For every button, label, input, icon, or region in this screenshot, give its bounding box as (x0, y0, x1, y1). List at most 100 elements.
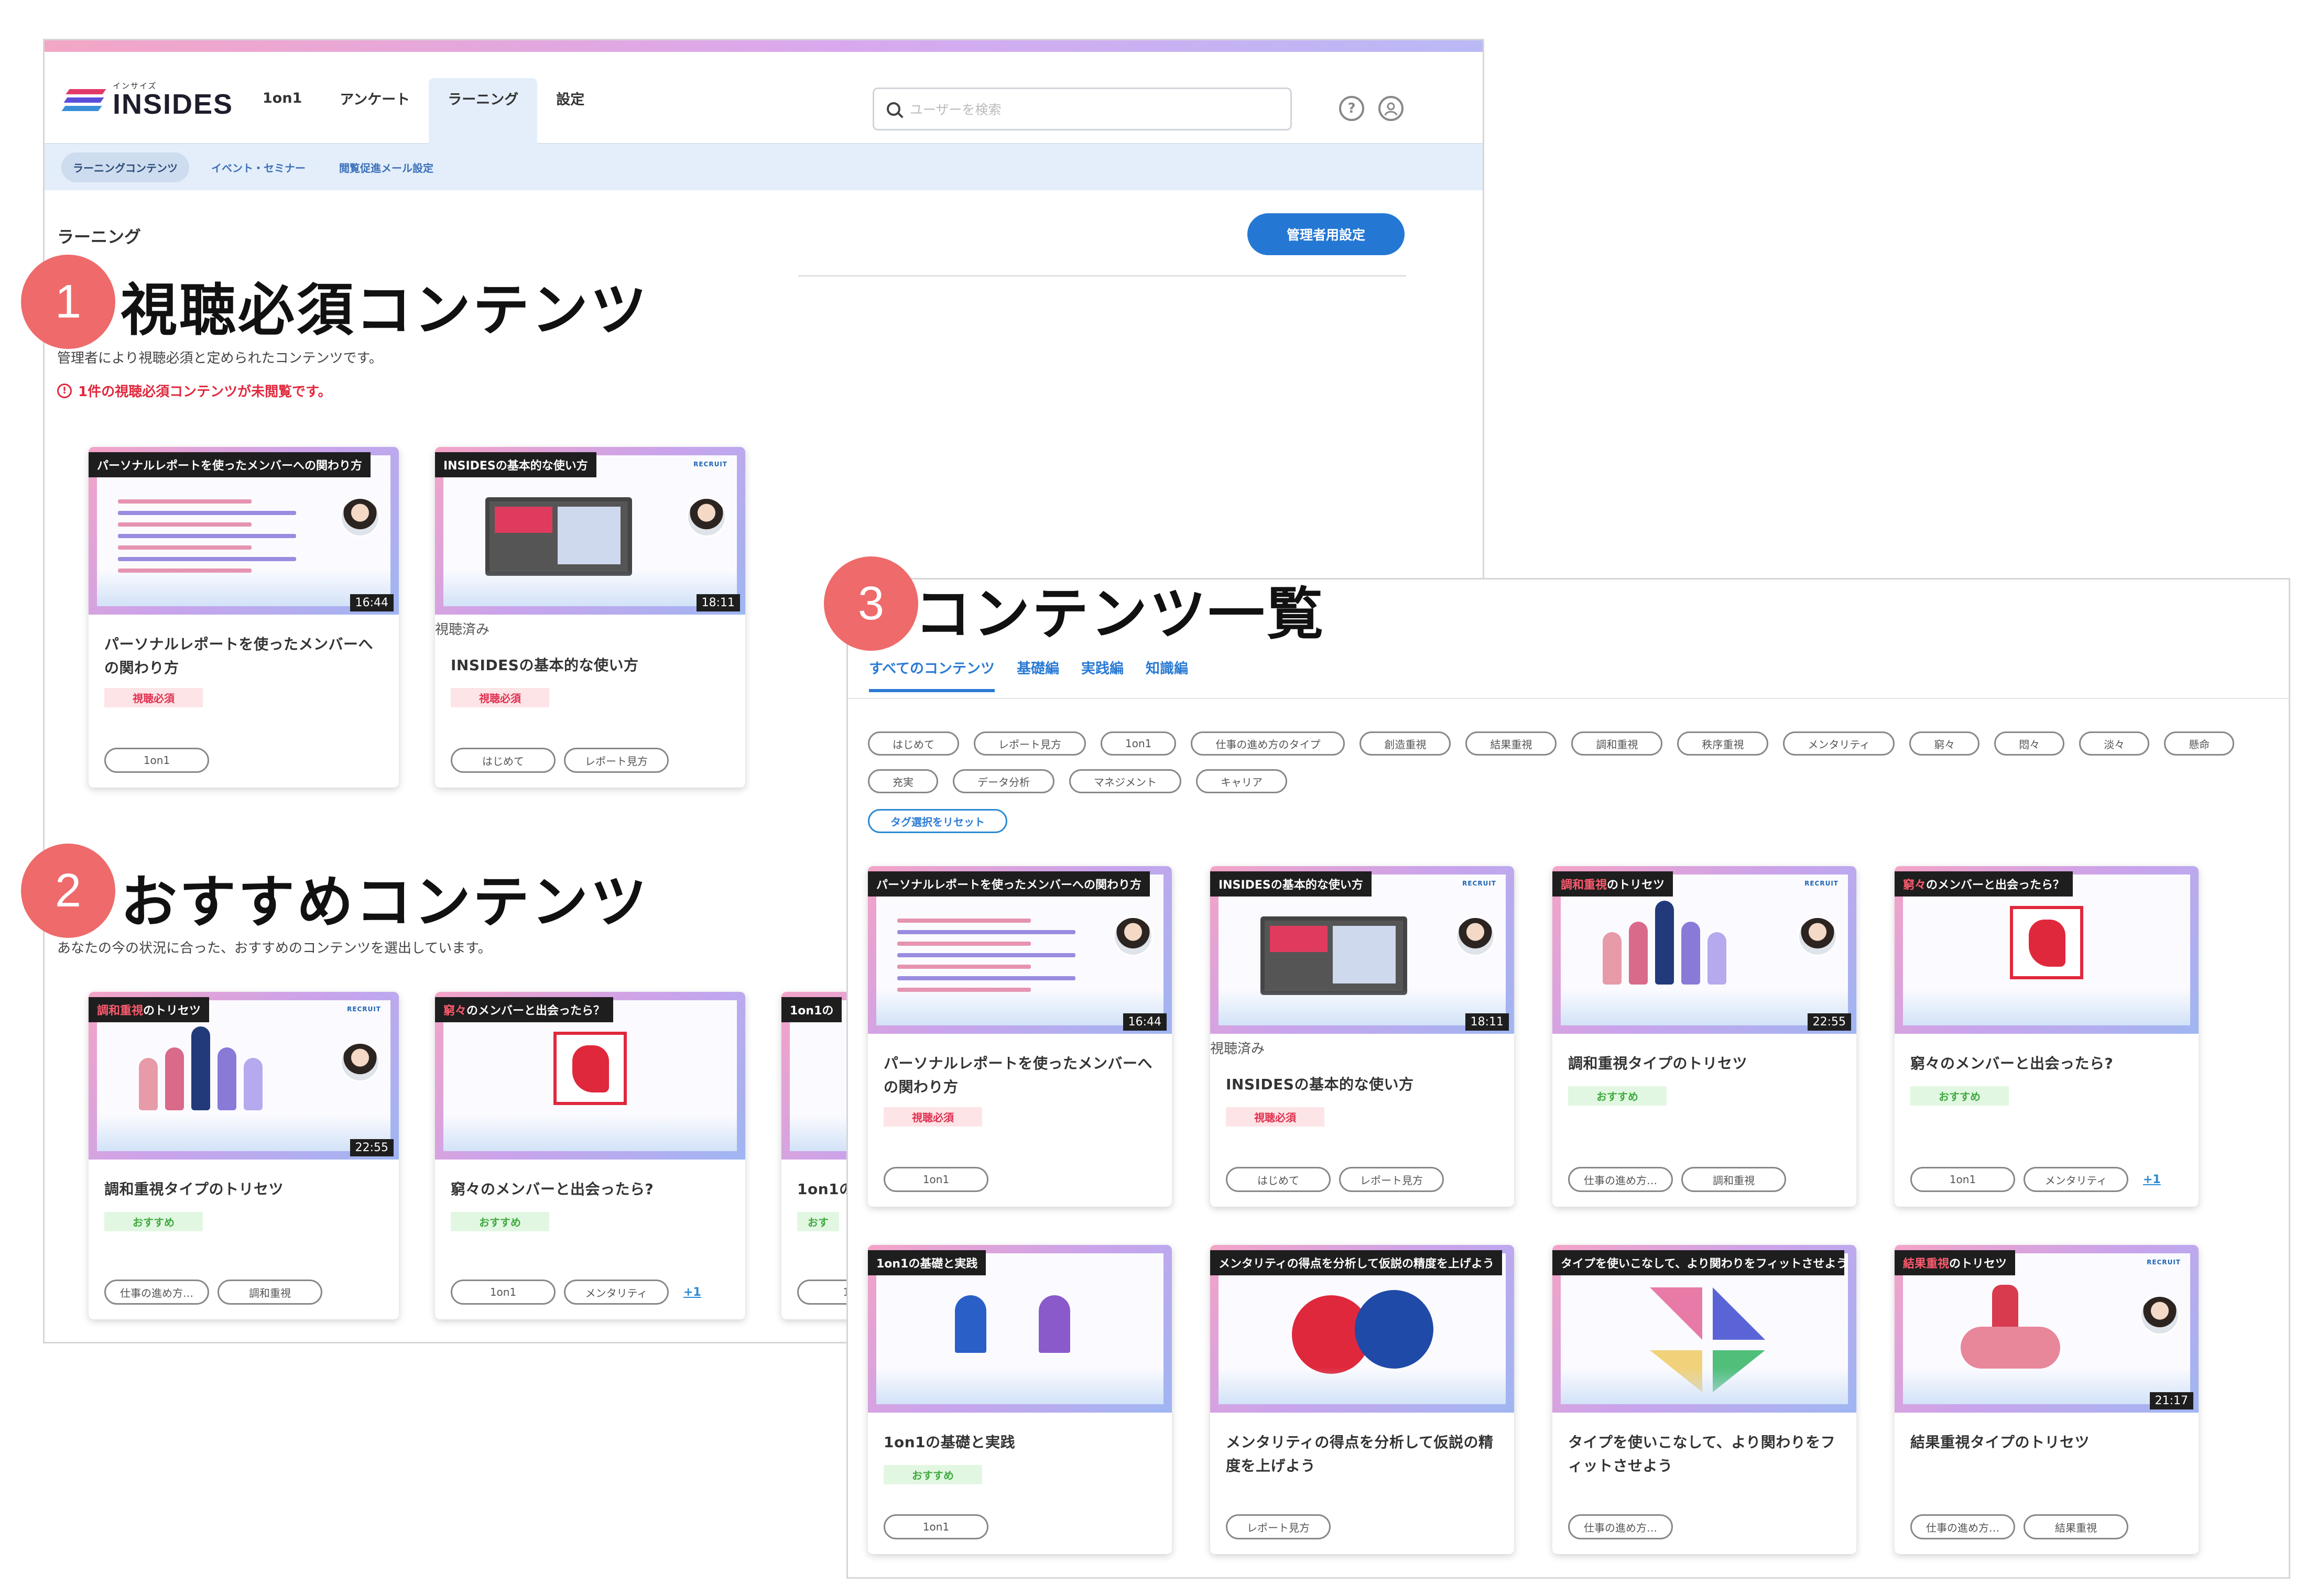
card-title[interactable]: 調和重視タイプのトリセツ (104, 1178, 382, 1201)
card-thumbnail: 窮々のメンバーと出会ったら？ (1895, 866, 2199, 1034)
viewed-label: 視聴済み (1210, 1041, 1265, 1057)
card-title[interactable]: 窮々のメンバーと出会ったら? (1910, 1052, 2183, 1076)
filter-tag[interactable]: 1on1 (1101, 731, 1177, 756)
content-card[interactable]: 結果重視のトリセツ RECRUIT 21:17 結果重視タイプのトリセツ 仕事の… (1895, 1245, 2199, 1554)
more-tags-link[interactable]: +1 (683, 1286, 701, 1299)
content-card[interactable]: 調和重視のトリセツ RECRUIT 22:55 調和重視タイプのトリセツ おすす… (89, 992, 399, 1319)
content-card[interactable]: 1on1の基礎と実践 1on1の基礎と実践 おすすめ 1on1 (868, 1245, 1172, 1554)
reset-tags-button[interactable]: タグ選択をリセット (868, 809, 1007, 833)
help-icon[interactable]: ? (1339, 96, 1364, 121)
nav-tab-survey[interactable]: アンケート (321, 52, 429, 144)
content-list-screenshot: すべてのコンテンツ 基礎編 実践編 知識編 はじめて レポート見方 1on1 仕… (846, 578, 2290, 1579)
tag-chip[interactable]: はじめて (1226, 1167, 1331, 1192)
card-title[interactable]: パーソナルレポートを使ったメンバーへの関わり方 (104, 633, 382, 680)
search-input[interactable]: ユーザーを検索 (873, 88, 1292, 130)
card-title[interactable]: INSIDESの基本的な使い方 (451, 654, 728, 677)
video-duration: 21:17 (2149, 1392, 2193, 1409)
filter-tag[interactable]: レポート見方 (974, 731, 1086, 756)
filter-tag[interactable]: 調和重視 (1571, 731, 1663, 756)
nav-tab-learning[interactable]: ラーニング (429, 78, 538, 144)
tag-chip[interactable]: 1on1 (884, 1167, 988, 1192)
subnav-events[interactable]: イベント・セミナー (200, 152, 317, 182)
logo[interactable]: インサイズ INSIDES (61, 82, 233, 118)
admin-settings-button[interactable]: 管理者用設定 (1247, 213, 1405, 255)
content-card[interactable]: 窮々のメンバーと出会ったら？ 窮々のメンバーと出会ったら? おすすめ 1on1 … (435, 992, 745, 1319)
tag-chip[interactable]: 1on1 (1910, 1167, 2015, 1192)
main-nav: 1on1 アンケート ラーニング 設定 (244, 52, 603, 144)
thumbnail-title: 窮々のメンバーと出会ったら？ (1895, 871, 2073, 897)
more-tags-link[interactable]: +1 (2143, 1173, 2161, 1186)
tab-knowledge[interactable]: 知識編 (1146, 657, 1188, 692)
recommended-section-desc: あなたの今の状況に合った、おすすめのコンテンツを選出しています。 (57, 941, 492, 956)
recommended-badge: おす (797, 1212, 839, 1231)
nav-tab-settings[interactable]: 設定 (537, 52, 603, 144)
filter-tag[interactable]: 仕事の進め方のタイプ (1191, 731, 1345, 756)
filter-tag[interactable]: マネジメント (1069, 769, 1181, 793)
nav-tab-1on1[interactable]: 1on1 (244, 52, 321, 144)
card-title[interactable]: 窮々のメンバーと出会ったら? (451, 1178, 728, 1201)
filter-tag[interactable]: 創造重視 (1359, 731, 1451, 756)
tag-chip[interactable]: 仕事の進め方… (1568, 1514, 1673, 1539)
thumbnail-title: INSIDESの基本的な使い方 (435, 452, 596, 477)
recruit-logo: RECRUIT (2147, 1259, 2181, 1266)
content-card[interactable]: パーソナルレポートを使ったメンバーへの関わり方 16:44 パーソナルレポートを… (868, 866, 1172, 1207)
presenter-avatar (1113, 916, 1153, 956)
filter-tag[interactable]: 悶々 (1994, 731, 2065, 756)
tab-practice[interactable]: 実践編 (1081, 657, 1124, 692)
filter-tag[interactable]: 結果重視 (1465, 731, 1557, 756)
video-duration: 16:44 (1123, 1013, 1167, 1031)
filter-tag[interactable]: データ分析 (953, 769, 1054, 793)
filter-tag[interactable]: メンタリティ (1783, 731, 1895, 756)
tab-basic[interactable]: 基礎編 (1017, 657, 1059, 692)
section-number-3: 3 (824, 556, 918, 651)
card-title[interactable]: 結果重視タイプのトリセツ (1910, 1431, 2183, 1455)
tag-chip[interactable]: 1on1 (451, 1280, 556, 1305)
recommended-badge: おすすめ (1910, 1086, 2009, 1106)
tag-chip[interactable]: 結果重視 (2024, 1514, 2128, 1539)
content-card[interactable]: 窮々のメンバーと出会ったら？ 窮々のメンバーと出会ったら? おすすめ 1on1 … (1895, 866, 2199, 1207)
tag-chip[interactable]: はじめて (451, 748, 556, 773)
card-title[interactable]: メンタリティの得点を分析して仮説の精度を上げよう (1226, 1431, 1498, 1478)
alert-icon: ! (57, 383, 72, 398)
card-title[interactable]: 1on1の基礎と実践 (884, 1431, 1156, 1455)
tag-chip[interactable]: 1on1 (884, 1514, 988, 1539)
content-card[interactable]: メンタリティの得点を分析して仮説の精度を上げよう メンタリティの得点を分析して仮… (1210, 1245, 1514, 1554)
tag-chip[interactable]: 仕事の進め方… (1568, 1167, 1673, 1192)
content-card[interactable]: 調和重視のトリセツ RECRUIT 22:55 調和重視タイプのトリセツ おすす… (1552, 866, 1856, 1207)
content-card[interactable]: パーソナルレポートを使ったメンバーへの関わり方 16:44 パーソナルレポートを… (89, 447, 399, 788)
filter-tag[interactable]: 懸命 (2164, 731, 2235, 756)
page-title: ラーニング (57, 227, 142, 247)
tag-chip[interactable]: 調和重視 (1681, 1167, 1786, 1192)
content-card[interactable]: INSIDESの基本的な使い方 RECRUIT 18:11 視聴済み INSID… (435, 447, 745, 788)
subnav-mail-settings[interactable]: 閲覧促進メール設定 (328, 152, 445, 182)
filter-tag[interactable]: 充実 (868, 769, 938, 793)
section-number-1: 1 (21, 255, 115, 349)
tag-chip[interactable]: 1on1 (104, 748, 209, 773)
tag-chip[interactable]: レポート見方 (1339, 1167, 1444, 1192)
card-thumbnail: メンタリティの得点を分析して仮説の精度を上げよう (1210, 1245, 1514, 1413)
tag-chip[interactable]: レポート見方 (1226, 1514, 1331, 1539)
filter-tag[interactable]: 淡々 (2079, 731, 2150, 756)
recruit-logo: RECRUIT (1804, 880, 1839, 887)
card-thumbnail: INSIDESの基本的な使い方 RECRUIT 18:11 (435, 447, 745, 615)
filter-tag[interactable]: はじめて (868, 731, 959, 756)
card-title[interactable]: INSIDESの基本的な使い方 (1226, 1073, 1498, 1097)
subnav-learning-contents[interactable]: ラーニングコンテンツ (61, 152, 189, 182)
filter-tag[interactable]: キャリア (1196, 769, 1287, 793)
filter-tag[interactable]: 秩序重視 (1677, 731, 1769, 756)
tag-chip[interactable]: レポート見方 (564, 748, 669, 773)
tag-chip[interactable]: 仕事の進め方… (1910, 1514, 2015, 1539)
tag-chip[interactable]: メンタリティ (2024, 1167, 2128, 1192)
card-title[interactable]: 調和重視タイプのトリセツ (1568, 1052, 1841, 1076)
filter-tag[interactable]: 窮々 (1909, 731, 1980, 756)
tag-chip[interactable]: 仕事の進め方… (104, 1280, 209, 1305)
user-icon[interactable] (1378, 96, 1404, 121)
tag-chip[interactable]: メンタリティ (564, 1280, 669, 1305)
content-card[interactable]: タイプを使いこなして、より関わりをフィットさせよう タイプを使いこなして、より関… (1552, 1245, 1856, 1554)
card-title[interactable]: タイプを使いこなして、より関わりをフィットさせよう (1568, 1431, 1841, 1478)
presenter-avatar (340, 497, 380, 537)
tab-all-contents[interactable]: すべてのコンテンツ (869, 657, 995, 692)
card-title[interactable]: パーソナルレポートを使ったメンバーへの関わり方 (884, 1052, 1156, 1099)
tag-chip[interactable]: 調和重視 (217, 1280, 322, 1305)
content-card[interactable]: INSIDESの基本的な使い方 RECRUIT 18:11 視聴済み INSID… (1210, 866, 1514, 1207)
